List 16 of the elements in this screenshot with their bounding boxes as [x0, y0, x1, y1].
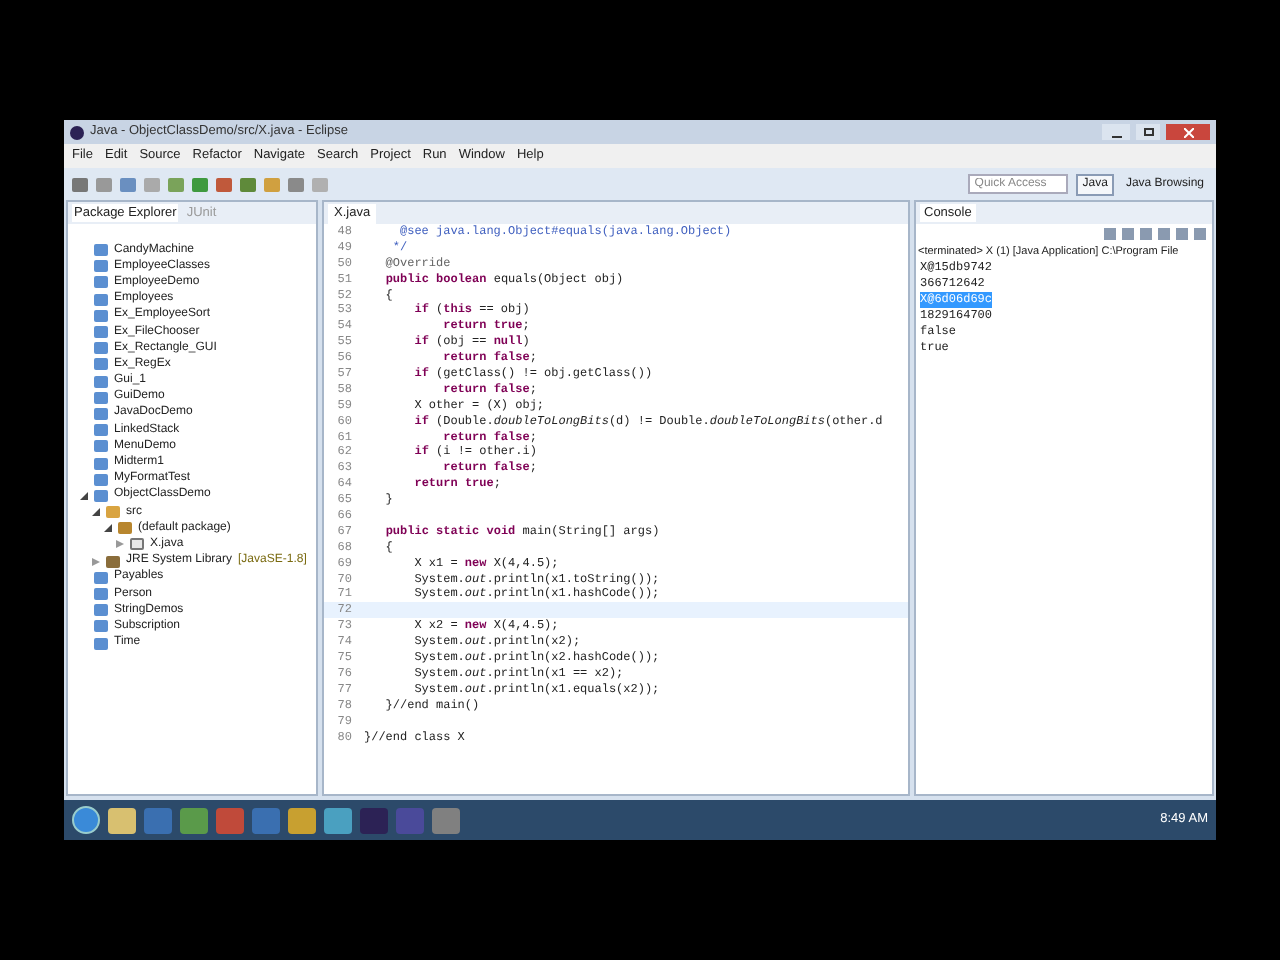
eclipse-logo-icon — [70, 125, 84, 139]
maximize-button[interactable] — [1136, 124, 1160, 140]
file-icon — [130, 538, 144, 551]
minimize-button[interactable] — [1102, 124, 1130, 140]
taskbar-app-icon[interactable] — [324, 807, 352, 833]
maximize-icon — [1143, 128, 1153, 136]
close-icon — [1183, 127, 1193, 137]
package-icon — [118, 522, 132, 535]
taskbar-app-icon[interactable] — [432, 807, 460, 833]
taskbar-app-icon[interactable] — [108, 807, 136, 833]
minimize-icon — [1111, 136, 1121, 138]
close-button[interactable] — [1166, 124, 1210, 140]
taskbar-app-icon[interactable] — [288, 807, 316, 833]
taskbar-app-icon[interactable] — [180, 807, 208, 833]
books-icon — [106, 555, 120, 568]
start-button-icon[interactable] — [72, 806, 100, 834]
